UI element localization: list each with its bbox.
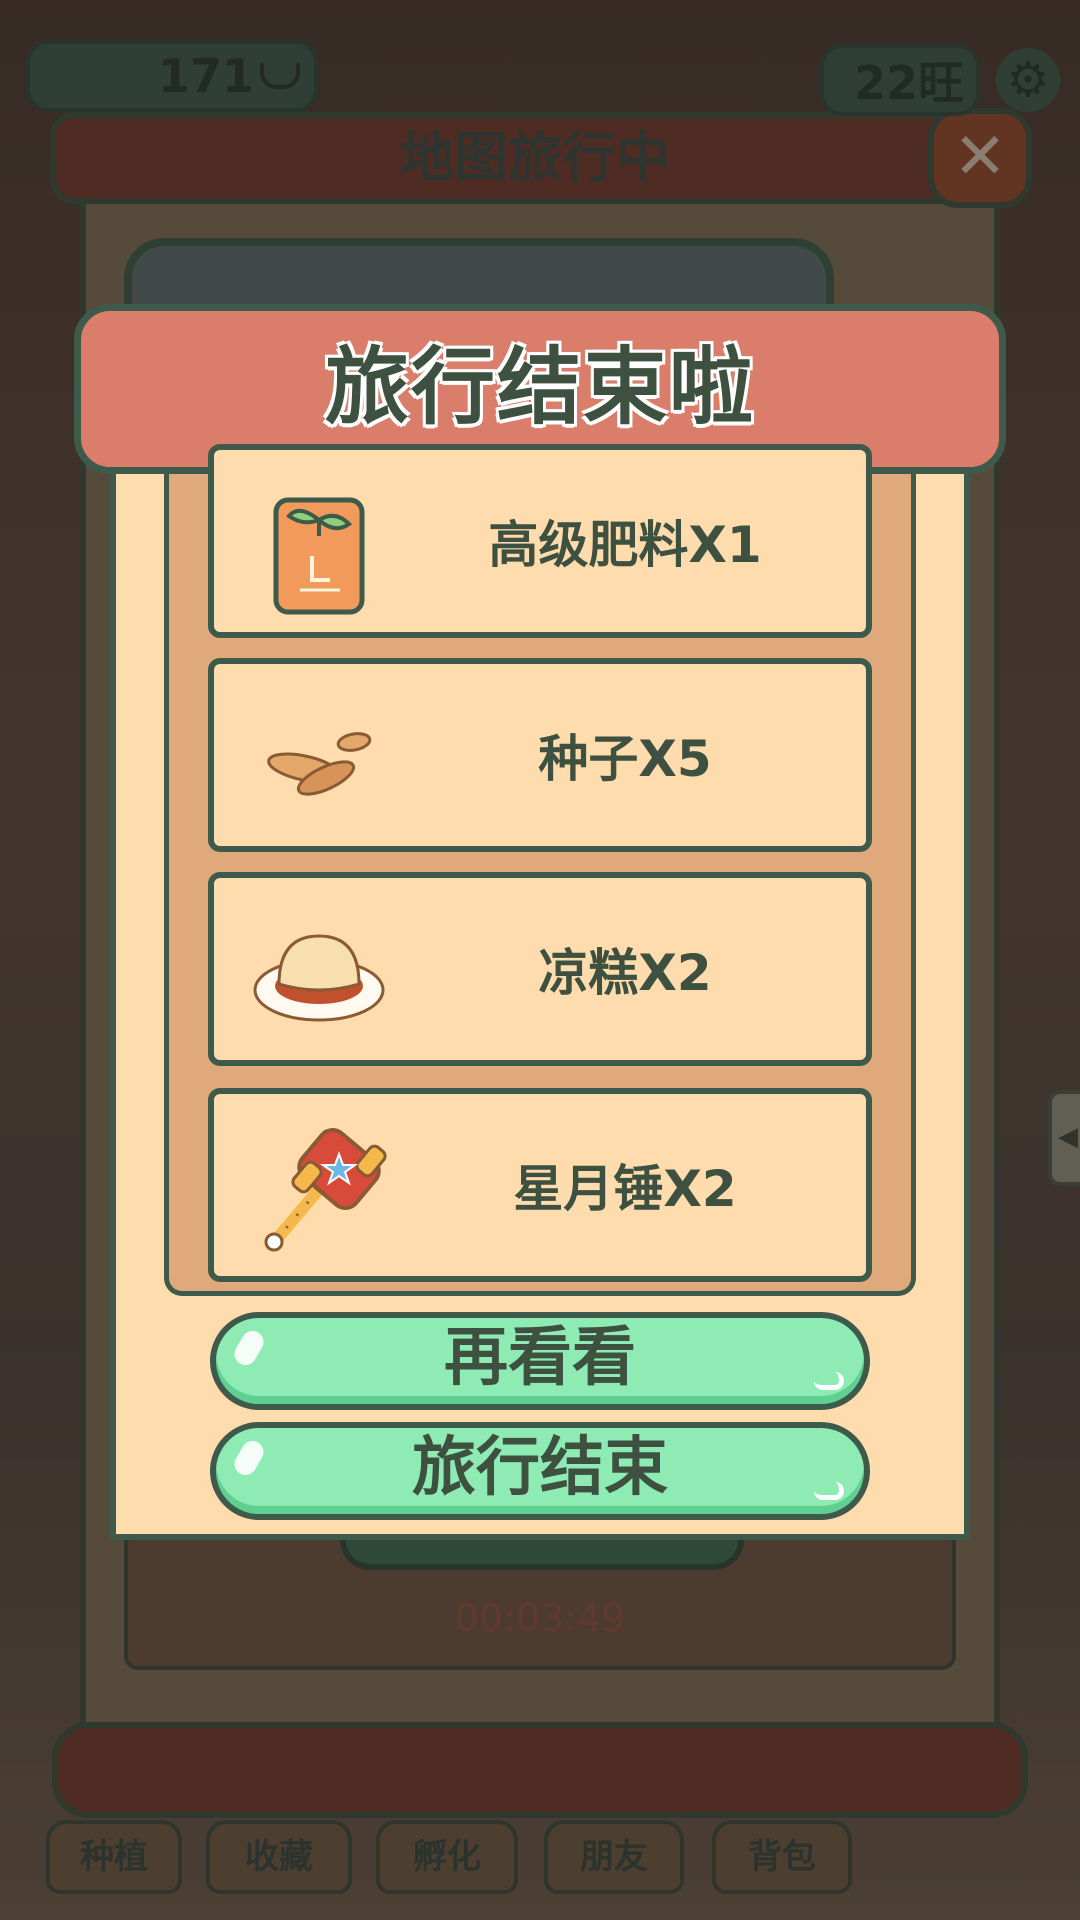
end-travel-label: 旅行结束 — [412, 1431, 668, 1505]
button-shine — [814, 1372, 844, 1390]
end-travel-button[interactable]: 旅行结束 — [210, 1422, 870, 1520]
star-moon-hammer-icon — [264, 1128, 387, 1252]
fertilizer-bag-icon — [273, 497, 365, 615]
button-shine — [230, 1436, 268, 1480]
cool-cake-icon — [253, 934, 385, 1022]
reward-label: 星月锤X2 — [513, 1160, 737, 1218]
button-shine — [230, 1326, 268, 1370]
reward-item: 高级肥料X1 — [208, 444, 872, 638]
reward-label: 凉糕X2 — [538, 944, 712, 1002]
reward-item: 种子X5 — [208, 658, 872, 852]
look-again-label: 再看看 — [444, 1321, 636, 1395]
reward-label: 种子X5 — [538, 730, 712, 788]
reward-item: 凉糕X2 — [208, 872, 872, 1066]
seeds-icon — [267, 732, 372, 796]
look-again-button[interactable]: 再看看 — [210, 1312, 870, 1410]
button-shine — [814, 1482, 844, 1500]
reward-label: 高级肥料X1 — [488, 516, 762, 574]
reward-item: 星月锤X2 — [208, 1088, 872, 1282]
